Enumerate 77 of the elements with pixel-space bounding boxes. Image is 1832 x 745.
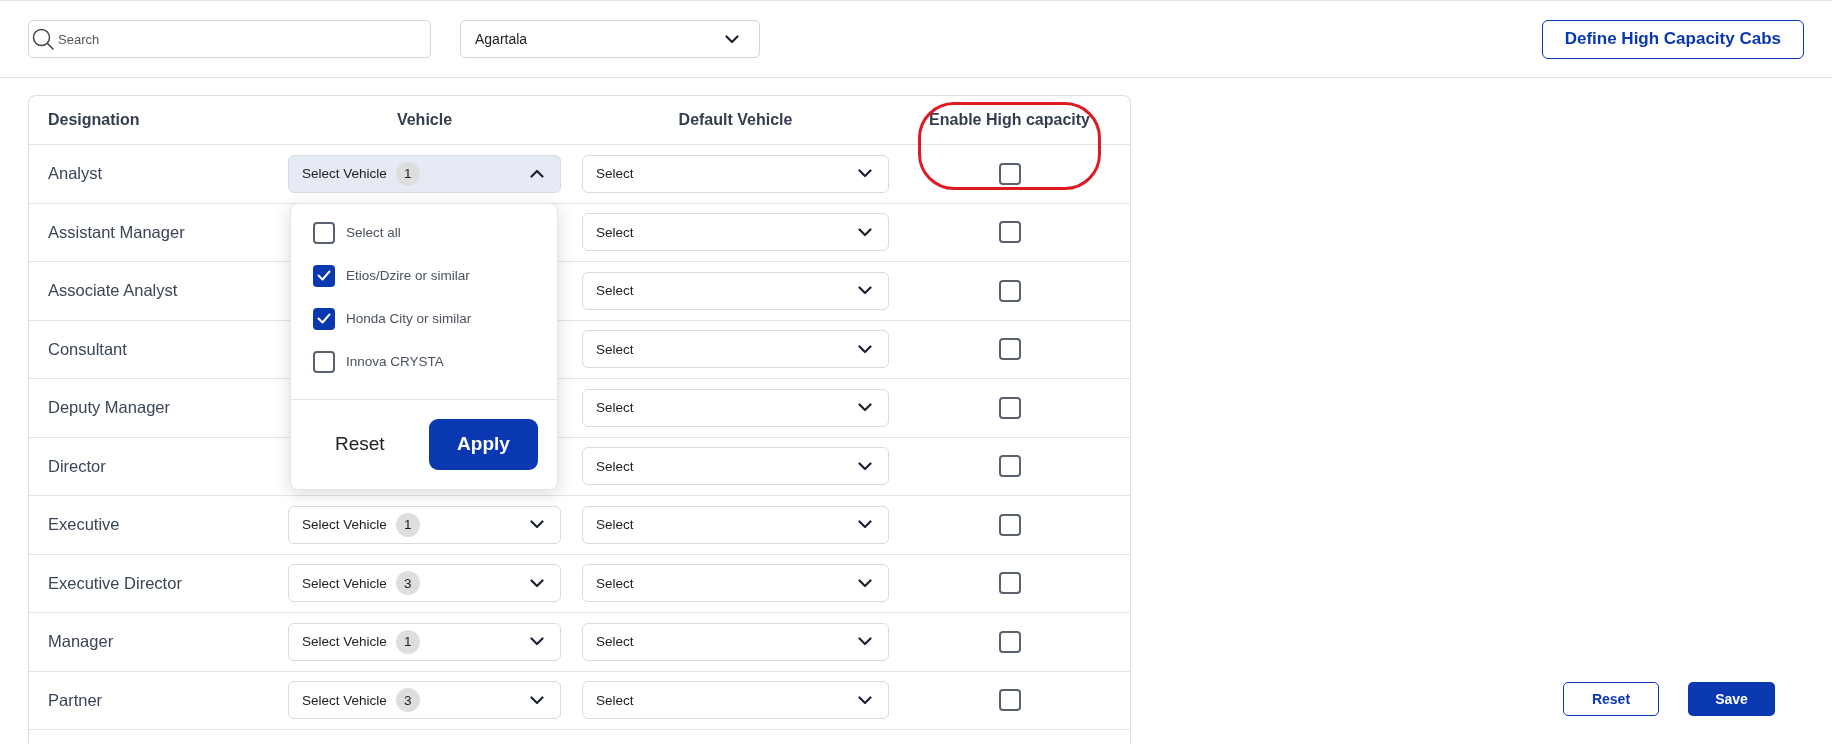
count-badge: 3 [395, 688, 420, 713]
checkbox[interactable] [998, 689, 1021, 712]
reset-button[interactable]: Reset [335, 433, 385, 456]
chevron-down-icon [530, 637, 544, 647]
column-header: Designation [48, 111, 140, 129]
chevron-down-icon [530, 695, 544, 705]
default-vehicle-dropdown[interactable]: Select [582, 505, 889, 544]
chevron-down-icon [858, 695, 872, 705]
option-label: Honda City or similar [346, 311, 472, 327]
apply-button[interactable]: Apply [429, 418, 538, 470]
default-vehicle-dropdown[interactable]: Select [582, 622, 889, 661]
designation-text: Director [48, 456, 106, 475]
designation-text: Partner [48, 690, 103, 709]
chevron-down-icon [858, 461, 872, 471]
checkbox[interactable] [998, 396, 1021, 419]
default-vehicle-dropdown[interactable]: Select [582, 154, 889, 193]
checkmark-icon [317, 270, 331, 282]
checkbox[interactable] [998, 279, 1021, 302]
designation-text: Executive Director [48, 573, 182, 592]
chevron-down-icon [858, 403, 872, 413]
checkbox[interactable] [998, 630, 1021, 653]
default-vehicle-dropdown[interactable]: Select [582, 330, 889, 369]
default-vehicle-dropdown[interactable]: Select [582, 213, 889, 252]
chevron-down-icon [858, 578, 872, 588]
chevron-down-icon [530, 520, 544, 530]
column-header: Enable High capacity [929, 111, 1090, 129]
reset-button[interactable]: Reset [1563, 682, 1659, 716]
vehicle-dropdown[interactable]: Select Vehicle 1 [288, 505, 561, 544]
checkbox[interactable] [998, 162, 1021, 185]
default-vehicle-dropdown[interactable]: Select [582, 447, 889, 486]
search-field[interactable]: Search [28, 20, 431, 58]
chevron-down-icon [858, 344, 872, 354]
checkbox[interactable] [313, 307, 335, 330]
count-badge: 3 [395, 571, 420, 596]
chevron-down-icon [858, 169, 872, 179]
checkbox[interactable] [313, 350, 335, 373]
chevron-down-icon [530, 578, 544, 588]
chevron-down-icon [858, 286, 872, 296]
designation-text: Consultant [48, 339, 127, 358]
designation-text: Deputy Manager [48, 398, 170, 417]
checkbox[interactable] [998, 572, 1021, 595]
checkbox[interactable] [998, 513, 1021, 536]
chevron-down-icon [858, 520, 872, 530]
option-label: Etios/Dzire or similar [346, 268, 470, 284]
vehicle-dropdown[interactable]: Select Vehicle 3 [288, 681, 561, 720]
option-label: Innova CRYSTA [346, 354, 444, 370]
default-vehicle-dropdown[interactable]: Select [582, 564, 889, 603]
checkbox[interactable] [313, 221, 335, 244]
chevron-up-icon [530, 169, 544, 179]
vehicle-dropdown[interactable]: Select Vehicle 1 [288, 622, 561, 661]
checkbox[interactable] [313, 264, 335, 287]
designation-text: Executive [48, 515, 120, 534]
default-vehicle-dropdown[interactable]: Select [582, 271, 889, 310]
vehicle-dropdown[interactable]: Select Vehicle 3 [288, 564, 561, 603]
chevron-down-icon [858, 637, 872, 647]
chevron-down-icon [858, 227, 872, 237]
designation-text: Assistant Manager [48, 222, 185, 241]
column-header: Vehicle [396, 111, 453, 129]
city-dropdown[interactable]: Agartala [460, 20, 760, 58]
checkbox[interactable] [998, 338, 1021, 361]
chevron-down-icon [725, 34, 739, 44]
option-label: Select all [346, 225, 401, 241]
count-badge: 1 [395, 629, 420, 654]
define-high-capacity-cabs-button[interactable]: Define High Capacity Cabs [1541, 19, 1804, 59]
default-vehicle-dropdown[interactable]: Select [582, 388, 889, 427]
checkbox[interactable] [998, 221, 1021, 244]
default-vehicle-dropdown[interactable]: Select [582, 681, 889, 720]
designation-text: Manager [48, 632, 114, 651]
save-button[interactable]: Save [1688, 682, 1775, 716]
count-badge: 1 [395, 512, 420, 537]
vehicle-dropdown[interactable]: Select Vehicle 1 [288, 154, 561, 193]
designation-text: Analyst [48, 164, 103, 183]
count-badge: 1 [395, 161, 420, 186]
designation-text: Associate Analyst [48, 281, 178, 300]
checkmark-icon [317, 313, 331, 325]
checkbox[interactable] [998, 455, 1021, 478]
column-header: Default Vehicle [678, 111, 793, 129]
